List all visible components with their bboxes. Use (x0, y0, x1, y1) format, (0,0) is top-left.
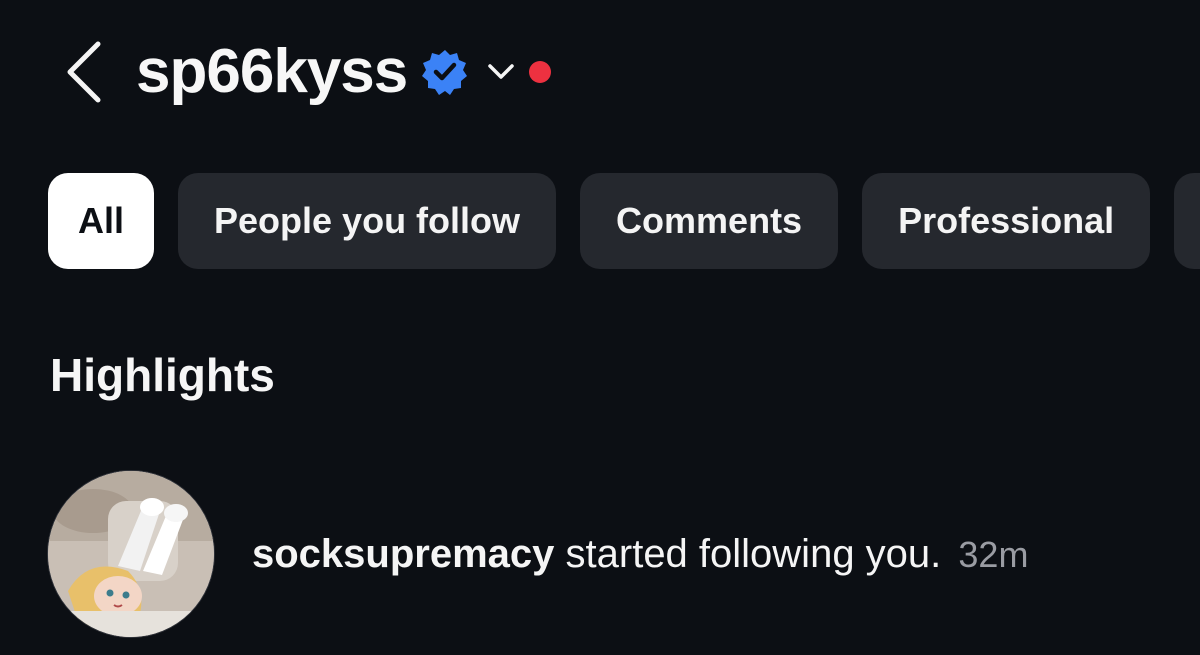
chevron-left-icon (67, 41, 101, 103)
tab-more[interactable] (1174, 173, 1200, 269)
tab-all[interactable]: All (48, 173, 155, 269)
section-title: Highlights (50, 349, 275, 401)
notification-item[interactable]: socksupremacy started following you. 32m (48, 470, 1200, 638)
activity-page: sp66kyss All People you follow Comments … (0, 0, 1200, 655)
avatar[interactable] (48, 471, 214, 637)
notification-username[interactable]: socksupremacy (252, 532, 554, 576)
back-button[interactable] (56, 36, 112, 108)
filter-tabs: All People you follow Comments Professio… (48, 173, 1200, 269)
notification-text: socksupremacy started following you. 32m (252, 532, 1028, 577)
tab-people-you-follow[interactable]: People you follow (178, 173, 557, 269)
notification-dot (529, 61, 552, 83)
notification-time: 32m (958, 533, 1029, 575)
verified-badge-icon (421, 48, 469, 96)
notification-message: started following you. (554, 531, 942, 576)
tab-professional[interactable]: Professional (862, 173, 1151, 269)
tab-comments[interactable]: Comments (580, 173, 839, 269)
header: sp66kyss (0, 22, 1200, 122)
chevron-down-icon[interactable] (485, 56, 517, 88)
account-switcher[interactable]: sp66kyss (136, 30, 552, 114)
account-username: sp66kyss (136, 37, 408, 106)
